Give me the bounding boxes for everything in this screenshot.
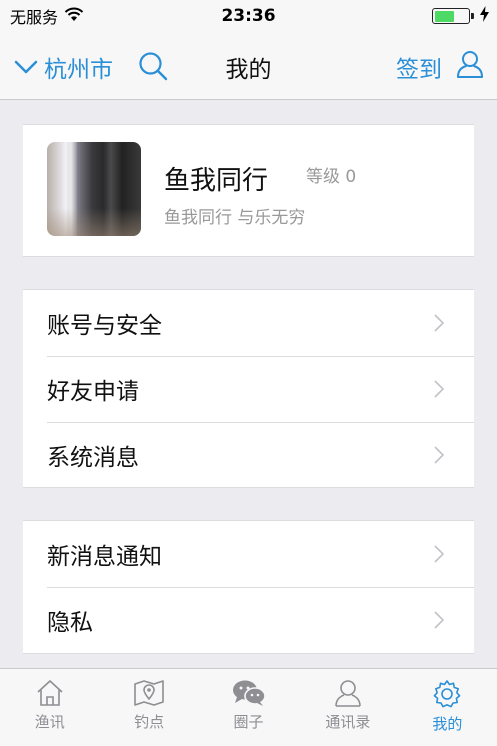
profile-name: 鱼我同行 (164, 166, 269, 196)
status-bar: 无服务 23:36 (0, 0, 497, 32)
city-selector[interactable]: 杭州市 (14, 50, 113, 84)
tab-contacts[interactable]: 通讯录 (298, 669, 397, 746)
house-icon (37, 680, 63, 706)
chevron-right-icon (434, 314, 444, 332)
menu-item-label: 系统消息 (47, 445, 139, 471)
chevron-right-icon (434, 611, 444, 629)
tab-fishing-spots[interactable]: 钓点 (99, 669, 198, 746)
tab-label: 通讯录 (325, 713, 371, 731)
search-icon (139, 52, 168, 81)
menu-item-label: 隐私 (47, 610, 93, 636)
status-right (432, 6, 489, 26)
contact-icon (335, 680, 361, 707)
tab-circle[interactable]: 圈子 (199, 669, 298, 746)
tab-fishing-news[interactable]: 渔讯 (0, 669, 99, 746)
tab-me[interactable]: 我的 (398, 669, 497, 746)
profile-level: 等级 0 (306, 167, 357, 187)
battery-fill (434, 10, 455, 22)
search-button[interactable] (138, 51, 168, 85)
tab-bar: 渔讯 钓点 圈子 通讯录 我的 (0, 668, 497, 746)
menu-item-label: 好友申请 (47, 379, 139, 405)
profile-signature: 鱼我同行 与乐无穷 (164, 208, 306, 228)
menu-item-system-messages[interactable]: 系统消息 (23, 422, 474, 488)
tab-label: 钓点 (134, 713, 165, 731)
chevron-right-icon (434, 380, 444, 398)
checkin-button[interactable]: 签到 (396, 50, 442, 84)
chevron-right-icon (434, 446, 444, 464)
battery-icon (432, 8, 474, 24)
profile-card[interactable]: 鱼我同行 等级 0 鱼我同行 与乐无穷 (23, 124, 474, 257)
city-label: 杭州市 (44, 57, 113, 83)
menu-group-settings: 新消息通知 隐私 (23, 520, 474, 654)
menu-item-label: 账号与安全 (47, 313, 162, 339)
avatar[interactable] (47, 142, 141, 236)
menu-item-privacy[interactable]: 隐私 (23, 587, 474, 653)
chevron-down-icon (14, 60, 38, 74)
chat-bubbles-icon (232, 680, 266, 706)
chevron-right-icon (434, 545, 444, 563)
wifi-icon (64, 7, 84, 26)
carrier-text: 无服务 (10, 8, 59, 27)
user-icon (457, 51, 483, 78)
tab-label: 我的 (432, 715, 463, 733)
tab-label: 圈子 (233, 713, 264, 731)
menu-item-notifications[interactable]: 新消息通知 (23, 521, 474, 587)
map-pin-icon (134, 680, 164, 706)
charging-icon (480, 6, 489, 26)
nav-bar: 杭州市 我的 签到 (0, 32, 497, 100)
menu-item-account-security[interactable]: 账号与安全 (23, 290, 474, 356)
menu-item-label: 新消息通知 (47, 544, 162, 570)
gear-icon (433, 680, 461, 708)
menu-item-friend-requests[interactable]: 好友申请 (23, 356, 474, 422)
menu-group-account: 账号与安全 好友申请 系统消息 (23, 289, 474, 488)
user-button[interactable] (456, 50, 484, 82)
tab-label: 渔讯 (34, 713, 65, 731)
status-left: 无服务 (10, 4, 84, 28)
